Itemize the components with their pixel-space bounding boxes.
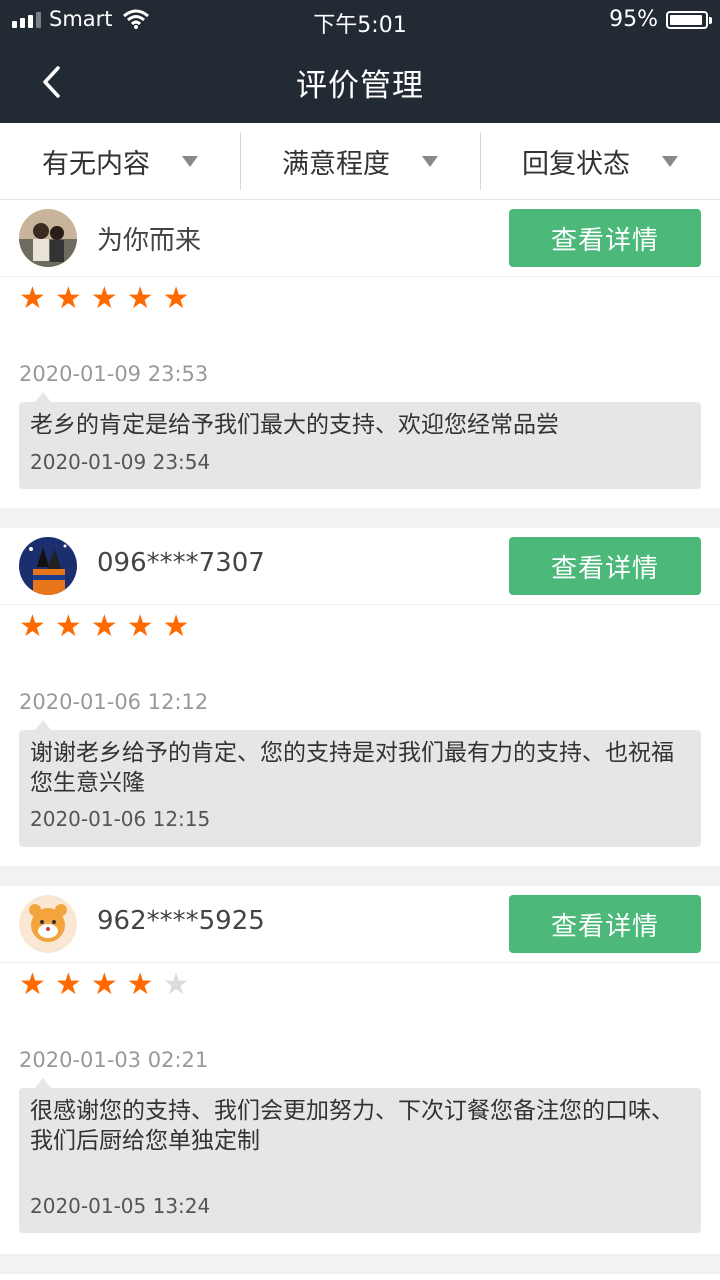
rating-stars: ★ ★ ★ ★ ★ bbox=[19, 970, 190, 1000]
battery-icon bbox=[666, 10, 712, 29]
view-details-button[interactable]: 查看详情 bbox=[509, 537, 701, 595]
review-header: 096****7307 查看详情 bbox=[0, 528, 720, 605]
username: 096****7307 bbox=[97, 548, 265, 578]
star-icon: ★ bbox=[19, 609, 46, 644]
reply-date: 2020-01-05 13:24 bbox=[30, 1194, 211, 1218]
star-icon: ★ bbox=[19, 281, 46, 316]
merchant-reply: 老乡的肯定是给予我们最大的支持、欢迎您经常品尝 2020-01-09 23:54 bbox=[19, 392, 701, 489]
review-date: 2020-01-03 02:21 bbox=[19, 1048, 209, 1072]
filter-reply-status[interactable]: 回复状态 bbox=[480, 123, 720, 199]
reply-date: 2020-01-06 12:15 bbox=[30, 807, 211, 831]
reply-text: 老乡的肯定是给予我们最大的支持、欢迎您经常品尝 bbox=[30, 412, 559, 438]
nav-bar: 评价管理 bbox=[0, 40, 720, 123]
review-header: 为你而来 查看详情 bbox=[0, 200, 720, 277]
star-icon: ★ bbox=[162, 967, 190, 1002]
battery-level bbox=[670, 14, 703, 25]
star-icon: ★ bbox=[162, 281, 190, 316]
review-card: 为你而来 查看详情 ★ ★ ★ ★ ★ 2020-01-09 23:53 老乡的肯定是给… bbox=[0, 200, 720, 508]
avatar[interactable] bbox=[19, 895, 77, 953]
merchant-reply: 谢谢老乡给予的肯定、您的支持是对我们最有力的支持、也祝福您生意兴隆 2020-0… bbox=[19, 720, 701, 847]
star-icon: ★ bbox=[54, 967, 82, 1002]
reply-date: 2020-01-09 23:54 bbox=[30, 450, 211, 474]
rating-stars: ★ ★ ★ ★ ★ bbox=[19, 612, 190, 642]
review-card: 962****5925 查看详情 ★ ★ ★ ★ ★ 2020-01-03 02:21 … bbox=[0, 886, 720, 1254]
caret-down-icon bbox=[422, 155, 438, 167]
review-date: 2020-01-06 12:12 bbox=[19, 690, 209, 714]
battery-percent: 95% bbox=[609, 7, 658, 32]
review-date: 2020-01-09 23:53 bbox=[19, 362, 209, 386]
review-header: 962****5925 查看详情 bbox=[0, 886, 720, 963]
review-card-next bbox=[0, 1274, 720, 1280]
filter-bar: 有无内容 满意程度 回复状态 bbox=[0, 123, 720, 200]
star-icon: ★ bbox=[126, 281, 154, 316]
username: 962****5925 bbox=[97, 906, 265, 936]
star-icon: ★ bbox=[19, 967, 46, 1002]
star-icon: ★ bbox=[126, 609, 154, 644]
filter-label: 有无内容 bbox=[42, 148, 150, 180]
star-icon: ★ bbox=[90, 281, 118, 316]
rating-stars: ★ ★ ★ ★ ★ bbox=[19, 284, 190, 314]
reply-text: 很感谢您的支持、我们会更加努力、下次订餐您备注您的口味、我们后厨给您单独定制 bbox=[30, 1098, 674, 1154]
view-details-button[interactable]: 查看详情 bbox=[509, 209, 701, 267]
avatar[interactable] bbox=[19, 209, 77, 267]
avatar[interactable] bbox=[19, 537, 77, 595]
review-card: 096****7307 查看详情 ★ ★ ★ ★ ★ 2020-01-06 12:12 … bbox=[0, 528, 720, 866]
star-icon: ★ bbox=[126, 967, 154, 1002]
merchant-reply: 很感谢您的支持、我们会更加努力、下次订餐您备注您的口味、我们后厨给您单独定制 2… bbox=[19, 1078, 701, 1233]
filter-satisfaction[interactable]: 满意程度 bbox=[240, 123, 480, 199]
caret-down-icon bbox=[182, 155, 198, 167]
caret-down-icon bbox=[662, 155, 678, 167]
filter-label: 回复状态 bbox=[522, 148, 630, 180]
filter-content[interactable]: 有无内容 bbox=[0, 123, 240, 199]
page-title: 评价管理 bbox=[296, 68, 424, 104]
filter-label: 满意程度 bbox=[282, 148, 390, 180]
view-details-button[interactable]: 查看详情 bbox=[509, 895, 701, 953]
star-icon: ★ bbox=[162, 609, 190, 644]
star-icon: ★ bbox=[54, 281, 82, 316]
status-bar: Smart 下午5:01 95% bbox=[0, 0, 720, 40]
username: 为你而来 bbox=[97, 226, 202, 256]
reply-text: 谢谢老乡给予的肯定、您的支持是对我们最有力的支持、也祝福您生意兴隆 bbox=[30, 740, 674, 796]
star-icon: ★ bbox=[54, 609, 82, 644]
star-icon: ★ bbox=[90, 609, 118, 644]
star-icon: ★ bbox=[90, 967, 118, 1002]
